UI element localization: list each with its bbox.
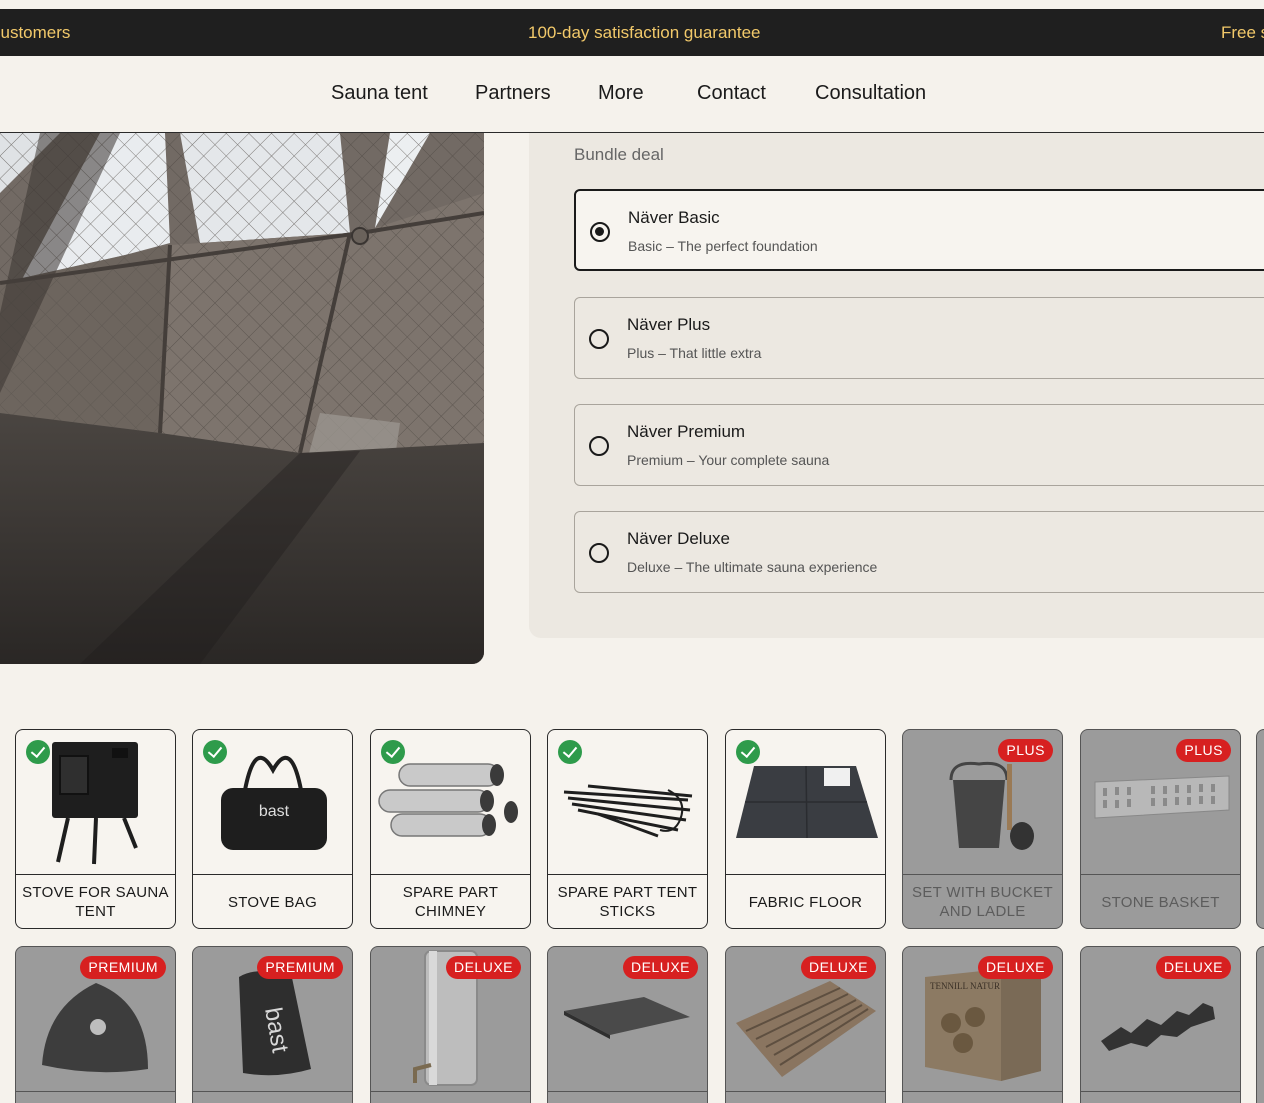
tent-interior-photo bbox=[0, 133, 484, 664]
tier-badge: DELUXE bbox=[1155, 956, 1231, 979]
box-label: TENNILL NATUR bbox=[930, 981, 1000, 991]
option-title: Näver Basic bbox=[628, 208, 720, 227]
bag-logo: bast bbox=[259, 803, 290, 820]
product-card-partial[interactable] bbox=[1256, 729, 1264, 929]
tier-badge: PLUS bbox=[1176, 739, 1231, 762]
top-strip bbox=[0, 0, 1264, 9]
bundle-option-premium[interactable]: Näver Premium Premium – Your complete sa… bbox=[574, 404, 1264, 486]
option-subtitle: Basic – The perfect foundation bbox=[628, 238, 818, 254]
product-name: SET WITH BUCKET AND LADLE bbox=[912, 884, 1053, 920]
nav-sauna-tent[interactable]: Sauna tent bbox=[331, 82, 428, 105]
announcement-left: customers bbox=[0, 23, 71, 42]
product-card-chimney[interactable]: SPARE PART CHIMNEY bbox=[370, 729, 531, 929]
nav-consultation[interactable]: Consultation bbox=[815, 82, 926, 105]
radio-icon[interactable] bbox=[589, 543, 609, 563]
tier-badge: PREMIUM bbox=[80, 956, 166, 979]
product-card-stove[interactable]: STOVE FOR SAUNA TENT bbox=[15, 729, 176, 929]
nav-contact[interactable]: Contact bbox=[697, 82, 766, 105]
product-card-water-heater[interactable]: DELUXE bbox=[370, 946, 531, 1103]
included-check-icon bbox=[26, 740, 50, 764]
option-title: Näver Deluxe bbox=[627, 529, 730, 548]
nav-more[interactable]: More bbox=[598, 82, 644, 105]
option-title: Näver Plus bbox=[627, 315, 711, 334]
option-subtitle: Plus – That little extra bbox=[627, 345, 762, 361]
included-check-icon bbox=[381, 740, 405, 764]
tier-badge: PLUS bbox=[998, 739, 1053, 762]
product-name: STONE BASKET bbox=[1101, 893, 1220, 911]
product-card-sauna-hat[interactable]: PREMIUM bbox=[15, 946, 176, 1103]
included-check-icon bbox=[203, 740, 227, 764]
product-card-fabric-floor[interactable]: FABRIC FLOOR bbox=[725, 729, 886, 929]
radio-selected-icon[interactable] bbox=[590, 222, 610, 242]
product-card-firewood-box[interactable]: TENNILL NATUR DELUXE bbox=[902, 946, 1063, 1103]
bundle-label: Bundle deal bbox=[574, 145, 664, 164]
option-title: Näver Premium bbox=[627, 422, 746, 441]
product-card-bucket-ladle[interactable]: PLUS SET WITH BUCKET AND LADLE bbox=[902, 729, 1063, 929]
product-card-partial[interactable] bbox=[1256, 946, 1264, 1103]
announcement-center: 100-day satisfaction guarantee bbox=[528, 23, 761, 42]
product-card-wood-mat[interactable]: DELUXE bbox=[725, 946, 886, 1103]
option-subtitle: Premium – Your complete sauna bbox=[627, 452, 830, 468]
announcement-bar: customers 100-day satisfaction guarantee… bbox=[0, 9, 1264, 56]
product-name: SPARE PART CHIMNEY bbox=[402, 884, 499, 920]
product-card-tent-sticks[interactable]: SPARE PART TENT STICKS bbox=[547, 729, 708, 929]
option-subtitle: Deluxe – The ultimate sauna experience bbox=[627, 559, 878, 575]
included-check-icon bbox=[558, 740, 582, 764]
radio-icon[interactable] bbox=[589, 329, 609, 349]
tier-badge: DELUXE bbox=[977, 956, 1053, 979]
main-nav: Sauna tent Partners More Contact Consult… bbox=[0, 56, 1264, 133]
product-card-stove-bag[interactable]: bast STOVE BAG bbox=[192, 729, 353, 929]
included-check-icon bbox=[736, 740, 760, 764]
tier-badge: DELUXE bbox=[622, 956, 698, 979]
bundle-option-basic[interactable]: Näver Basic Basic – The perfect foundati… bbox=[574, 189, 1264, 271]
product-name: SPARE PART TENT STICKS bbox=[557, 884, 698, 920]
tier-badge: DELUXE bbox=[445, 956, 521, 979]
nav-partners[interactable]: Partners bbox=[475, 82, 551, 105]
product-name: FABRIC FLOOR bbox=[748, 893, 863, 911]
tier-badge: PREMIUM bbox=[257, 956, 343, 979]
product-card-bench-board[interactable]: DELUXE bbox=[547, 946, 708, 1103]
announcement-right: Free s bbox=[1221, 23, 1264, 42]
product-card-seat-pad[interactable]: DELUXE bbox=[1080, 946, 1241, 1103]
product-name: STOVE FOR SAUNA TENT bbox=[22, 884, 169, 920]
bundle-option-plus[interactable]: Näver Plus Plus – That little extra bbox=[574, 297, 1264, 379]
bundle-option-deluxe[interactable]: Näver Deluxe Deluxe – The ultimate sauna… bbox=[574, 511, 1264, 593]
radio-icon[interactable] bbox=[589, 436, 609, 456]
product-card-stone-basket[interactable]: PLUS STONE BASKET bbox=[1080, 729, 1241, 929]
product-name: STOVE BAG bbox=[227, 893, 318, 911]
product-card-storage-bag[interactable]: bast PREMIUM bbox=[192, 946, 353, 1103]
tier-badge: DELUXE bbox=[800, 956, 876, 979]
